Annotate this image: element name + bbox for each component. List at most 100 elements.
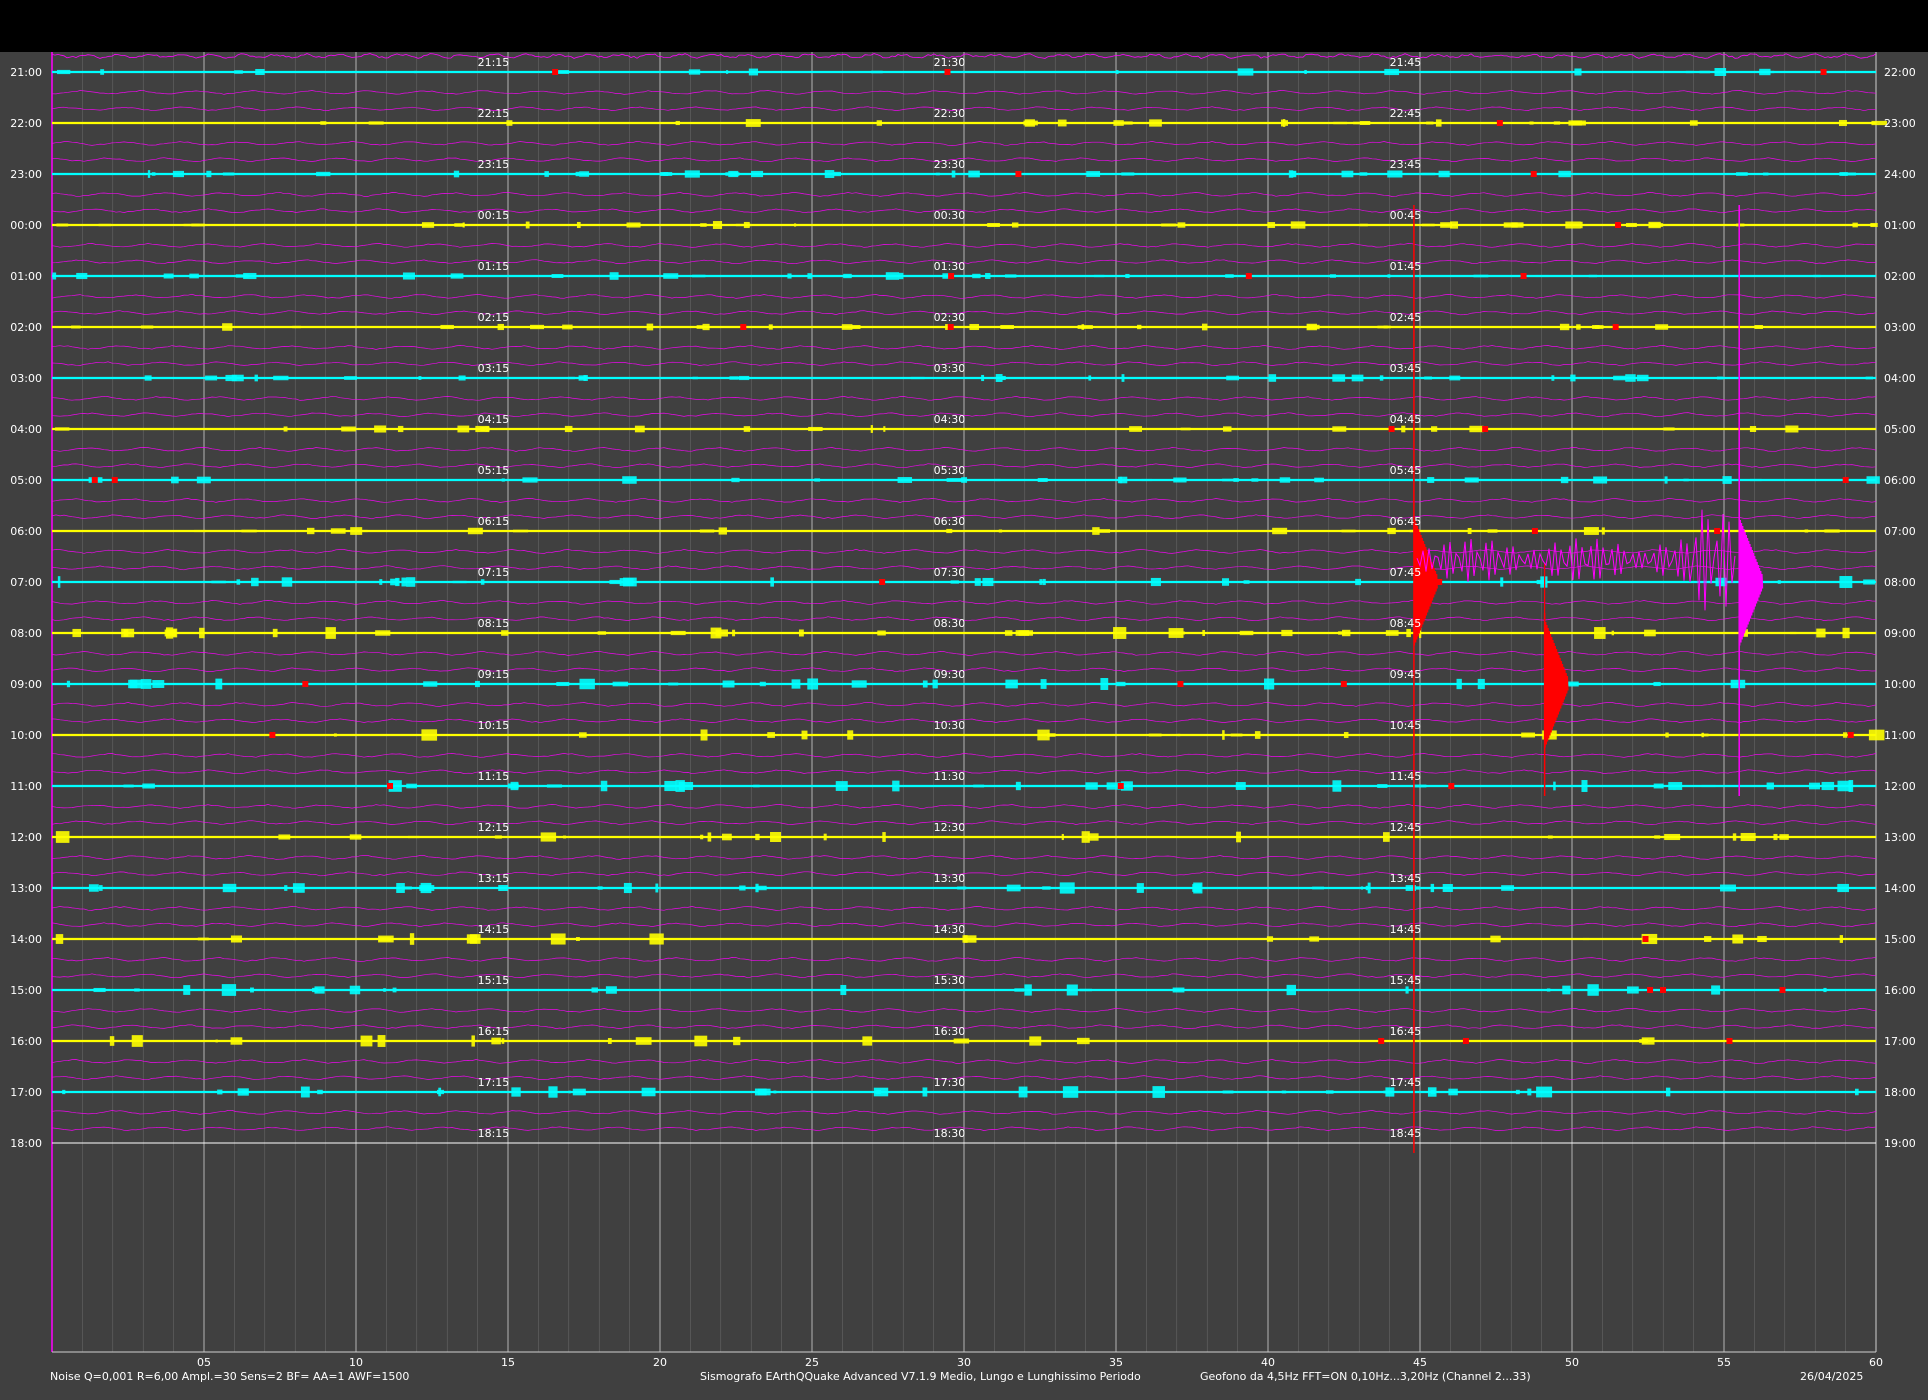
trace-burst <box>1716 376 1723 380</box>
trace-burst <box>712 221 723 229</box>
row-label-right: 05:00 <box>1884 423 1916 436</box>
trace-burst <box>1286 984 1296 996</box>
trace-burst <box>664 780 677 792</box>
trace-burst <box>823 833 827 841</box>
trace-burst <box>76 272 88 280</box>
trace-burst <box>392 987 397 993</box>
trace-burst <box>458 375 466 381</box>
trace-burst <box>452 580 467 584</box>
trace-burst <box>88 884 99 892</box>
trace-burst <box>1365 885 1368 891</box>
trace-burst <box>1136 883 1144 893</box>
trace-burst <box>755 883 759 893</box>
trace-burst <box>700 834 704 840</box>
trace-burst <box>409 933 415 945</box>
trace-burst <box>1225 274 1234 278</box>
trace-burst <box>300 1086 310 1098</box>
trace-burst <box>1551 375 1555 381</box>
trace-burst <box>151 172 156 176</box>
quarter-label: 11:15 <box>478 770 510 783</box>
trace-burst <box>1042 886 1051 890</box>
trace-burst <box>330 528 346 534</box>
trace-burst <box>739 885 746 891</box>
trace-burst <box>1018 630 1033 636</box>
trace-burst <box>876 120 882 126</box>
trace-burst <box>140 325 154 329</box>
trace-burst <box>1626 222 1637 228</box>
trace-burst <box>1456 678 1462 690</box>
trace-burst <box>1767 70 1775 74</box>
trace-burst <box>1868 729 1885 741</box>
trace-burst <box>194 529 206 533</box>
trace-burst <box>1570 374 1576 382</box>
trace-burst <box>1062 1086 1079 1098</box>
trace-burst <box>851 680 867 688</box>
trigger-mark <box>1726 1038 1733 1044</box>
quarter-label: 23:30 <box>934 158 966 171</box>
trace-burst <box>1223 426 1232 432</box>
trace-burst <box>254 374 258 382</box>
trace-burst <box>1222 730 1225 740</box>
row-label-right: 10:00 <box>1884 678 1916 691</box>
trace-burst <box>408 835 420 839</box>
trigger-mark <box>948 273 955 279</box>
trace-burst <box>1150 577 1161 587</box>
trace-burst <box>1014 988 1025 992</box>
trace-burst <box>1732 833 1737 841</box>
row-label-left: 14:00 <box>10 933 42 946</box>
quarter-label: 15:30 <box>934 974 966 987</box>
trace-burst <box>1595 325 1604 329</box>
trace-burst <box>1385 630 1399 636</box>
trace-burst <box>635 1037 652 1045</box>
trace-burst <box>1722 476 1732 484</box>
trace-burst <box>278 834 291 840</box>
trace-burst <box>1430 883 1435 893</box>
trace-burst <box>626 222 641 228</box>
trace-burst <box>123 784 134 788</box>
trace-burst <box>757 1088 771 1096</box>
trigger-mark <box>1660 987 1667 993</box>
trace-burst <box>325 627 336 639</box>
trace-burst <box>1527 1088 1532 1096</box>
trace-burst <box>421 222 435 228</box>
quarter-label: 06:15 <box>478 515 510 528</box>
trace-burst <box>374 425 387 433</box>
trace-burst <box>748 68 759 76</box>
trace-burst <box>525 221 530 229</box>
trigger-mark <box>1520 273 1527 279</box>
trace-burst <box>1005 679 1018 689</box>
trace-burst <box>702 323 710 331</box>
trace-burst <box>729 376 739 380</box>
trace-burst <box>1387 170 1403 178</box>
trace-burst <box>128 679 138 689</box>
quarter-label: 11:45 <box>1390 770 1422 783</box>
trace-burst <box>1312 886 1325 890</box>
quarter-label: 21:30 <box>934 56 966 69</box>
trace-burst <box>171 476 179 484</box>
row-label-right: 18:00 <box>1884 1086 1916 1099</box>
trace-burst <box>575 171 580 177</box>
quarter-label: 02:15 <box>478 311 510 324</box>
trace-burst <box>284 885 288 891</box>
trace-burst <box>1042 578 1046 586</box>
trace-burst <box>1655 324 1669 330</box>
trigger-mark <box>91 477 98 483</box>
trigger-mark <box>1531 528 1538 534</box>
trace-burst <box>731 477 740 483</box>
trigger-mark <box>1820 69 1827 75</box>
trace-burst <box>98 223 112 227</box>
trace-burst <box>1116 681 1126 687</box>
row-label-left: 08:00 <box>10 627 42 640</box>
quarter-label: 06:45 <box>1390 515 1422 528</box>
trace-burst <box>1076 1037 1090 1045</box>
trace-burst <box>1116 70 1119 74</box>
quarter-label: 14:45 <box>1390 923 1422 936</box>
quarter-label: 05:30 <box>934 464 966 477</box>
trace-burst <box>1427 1087 1437 1097</box>
quarter-label: 13:45 <box>1390 872 1422 885</box>
quarter-label: 22:15 <box>478 107 510 120</box>
trace-burst <box>1125 273 1130 279</box>
trigger-mark <box>1117 783 1124 789</box>
trace-burst <box>882 832 886 842</box>
row-label-left: 21:00 <box>10 66 42 79</box>
